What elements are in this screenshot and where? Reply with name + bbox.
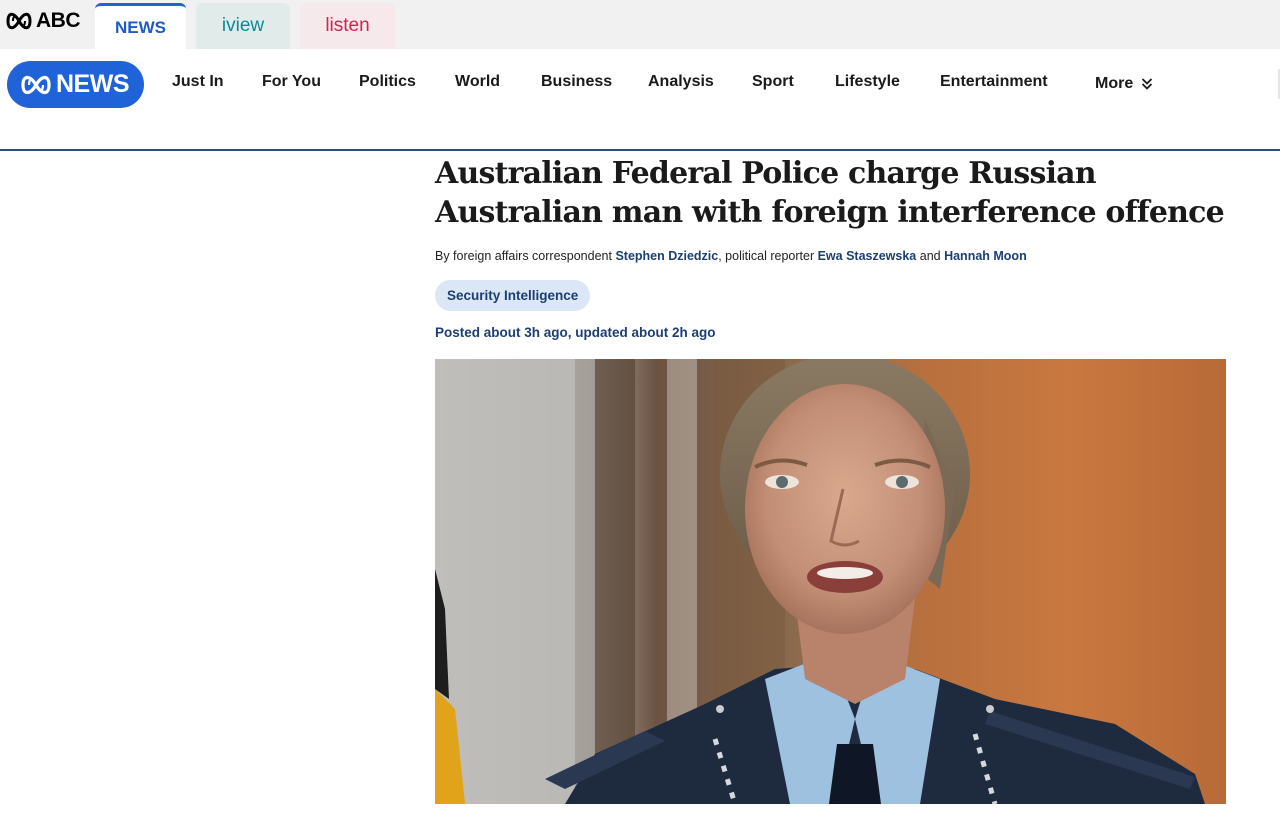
main-navigation: NEWS Just In For You Politics World Busi… xyxy=(0,49,1280,150)
nav-business[interactable]: Business xyxy=(541,73,612,95)
nav-for-you[interactable]: For You xyxy=(262,73,321,95)
author-link-stephen-dziedzic[interactable]: Stephen Dziedzic xyxy=(615,249,718,263)
abc-news-logo[interactable]: NEWS xyxy=(7,61,144,108)
hero-photo xyxy=(435,359,1226,804)
author-link-hannah-moon[interactable]: Hannah Moon xyxy=(944,249,1027,263)
byline-conj: and xyxy=(916,249,945,263)
article-byline: By foreign affairs correspondent Stephen… xyxy=(435,249,1027,263)
abc-brand-label: ABC xyxy=(36,9,81,32)
abc-lissajous-icon xyxy=(6,12,32,30)
nav-entertainment[interactable]: Entertainment xyxy=(940,73,1048,95)
hero-image[interactable] xyxy=(435,359,1226,804)
nav-world[interactable]: World xyxy=(455,73,500,95)
byline-prefix: By foreign affairs correspondent xyxy=(435,249,616,263)
byline-mid: , political reporter xyxy=(718,249,818,263)
nav-sport[interactable]: Sport xyxy=(752,73,794,95)
network-bar: ABC NEWS iview listen xyxy=(0,0,1280,49)
tab-news[interactable]: NEWS xyxy=(95,3,186,49)
nav-more-label: More xyxy=(1095,75,1134,92)
tab-listen[interactable]: listen xyxy=(300,3,395,49)
abc-home-link[interactable]: ABC xyxy=(6,9,81,33)
tab-iview[interactable]: iview xyxy=(196,3,290,49)
news-logo-label: NEWS xyxy=(56,70,130,98)
nav-just-in[interactable]: Just In xyxy=(172,73,224,95)
nav-analysis[interactable]: Analysis xyxy=(648,73,714,95)
nav-politics[interactable]: Politics xyxy=(359,73,416,95)
nav-lifestyle[interactable]: Lifestyle xyxy=(835,73,900,95)
topic-tag[interactable]: Security Intelligence xyxy=(435,280,591,311)
double-chevron-down-icon xyxy=(1142,78,1153,90)
nav-more-button[interactable]: More xyxy=(1095,73,1153,95)
posted-timestamp: Posted about 3h ago, updated about 2h ag… xyxy=(435,325,716,340)
abc-lissajous-icon xyxy=(21,75,51,94)
nav-bottom-rule xyxy=(0,149,1280,151)
article-headline: Australian Federal Police charge Russian… xyxy=(435,156,1225,230)
author-link-ewa-staszewska[interactable]: Ewa Staszewska xyxy=(818,249,917,263)
